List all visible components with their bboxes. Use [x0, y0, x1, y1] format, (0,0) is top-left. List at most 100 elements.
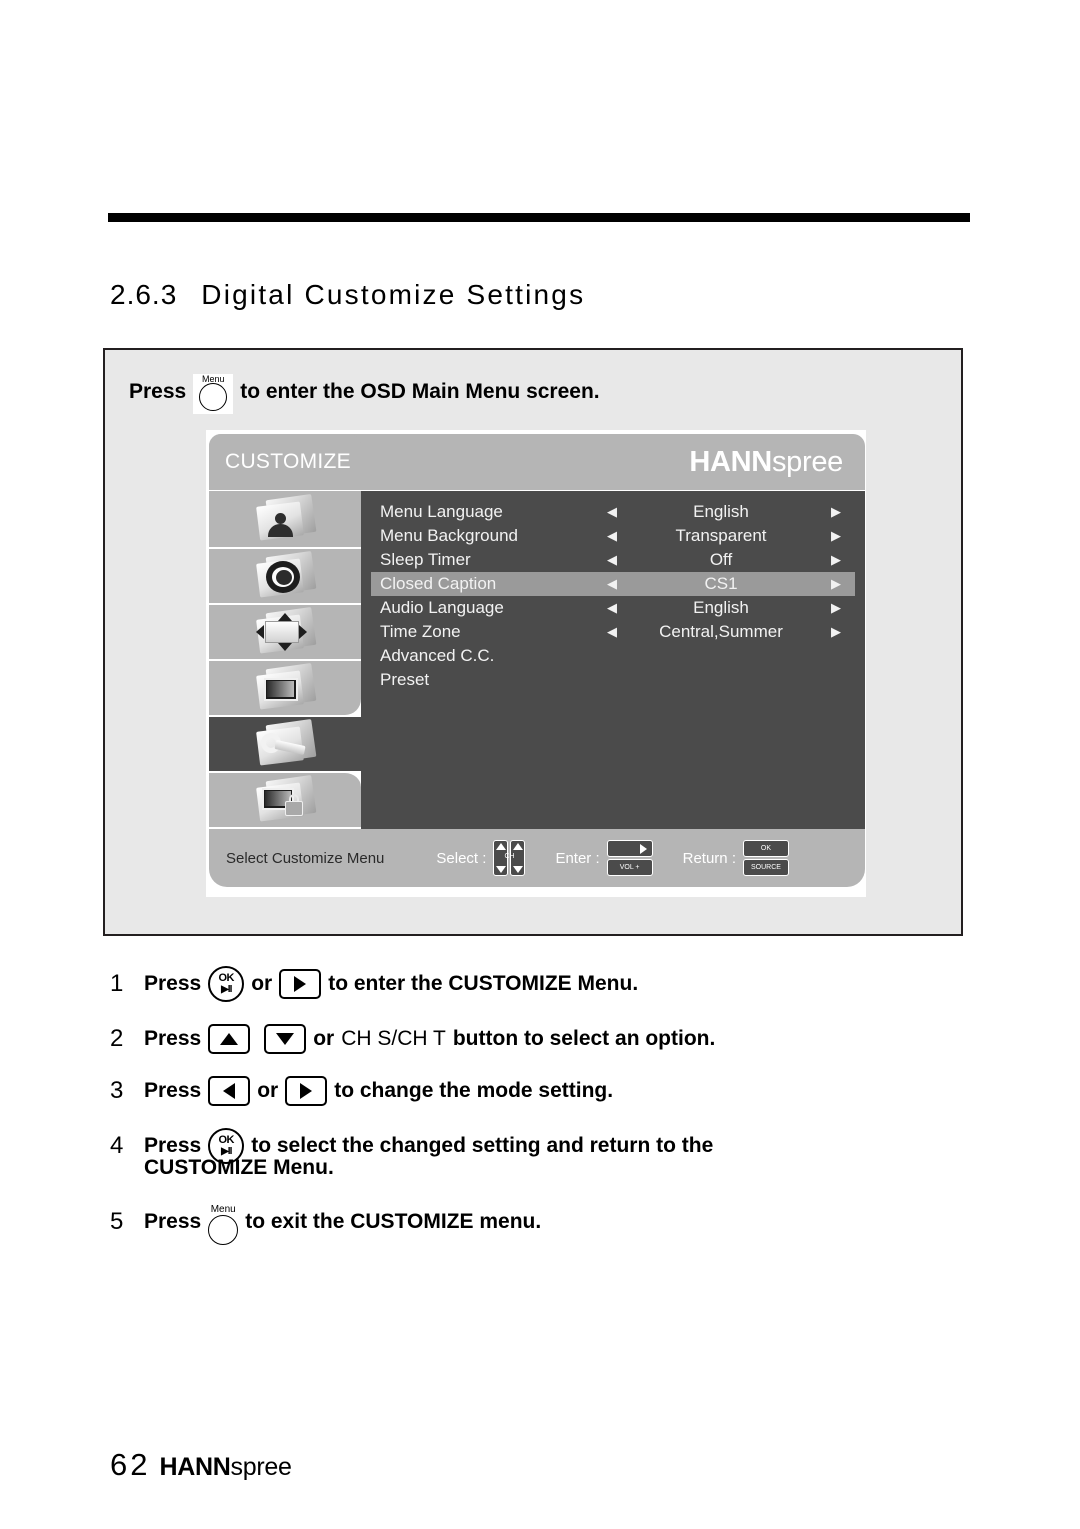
right-arrow-icon[interactable]: ▶: [817, 624, 855, 640]
left-arrow-icon[interactable]: ◀: [599, 504, 625, 520]
sidebar-item-picture[interactable]: [209, 491, 361, 547]
menu-row-selected[interactable]: Closed Caption ◀ CS1 ▶: [371, 572, 855, 596]
ok-key-label: OK: [218, 972, 234, 984]
step-number: 4: [110, 1132, 124, 1159]
menu-row-value: English: [693, 598, 749, 617]
vol-up-key-icon[interactable]: VOL +: [606, 840, 653, 876]
osd-footer: Select Customize Menu Select : CH Enter …: [209, 829, 865, 887]
return-label: Return :: [682, 849, 736, 867]
osd-footer-enter: Enter : VOL +: [555, 840, 653, 876]
menu-row-value: CS1: [704, 574, 738, 593]
section-title: Digital Customize Settings: [201, 279, 586, 310]
osd-footer-title: Select Customize Menu: [226, 849, 385, 867]
osd-footer-return: Return : OK SOURCE: [683, 840, 789, 876]
ch-label: CH: [504, 853, 515, 860]
sidebar-item-lock[interactable]: [209, 771, 361, 827]
step-5: 5 Press Menu to exit the CUSTOMIZE menu.: [110, 1202, 990, 1245]
footer-logo-bold: HANN: [159, 1453, 231, 1481]
menu-row[interactable]: Advanced C.C.: [371, 644, 855, 668]
menu-row-label: Menu Language: [380, 502, 503, 521]
illustration-panel: Press Menu to enter the OSD Main Menu sc…: [103, 348, 963, 936]
menu-row-label: Closed Caption: [380, 574, 497, 593]
right-arrow-icon[interactable]: ▶: [817, 552, 855, 568]
osd-tab-customize[interactable]: CUSTOMIZE: [209, 434, 361, 490]
right-arrow-icon[interactable]: ▶: [817, 600, 855, 616]
osd-screenshot: HANNspree CUSTOMIZE Menu Language ◀ Engl…: [206, 430, 866, 897]
channel-rocker-icon[interactable]: CH: [493, 840, 526, 876]
menu-round-key-icon[interactable]: Menu: [208, 1205, 239, 1245]
menu-row-value: Off: [709, 550, 733, 569]
step-press-word: Press: [144, 1210, 202, 1233]
step-number: 2: [110, 1025, 124, 1052]
step-press-word: Press: [144, 1134, 202, 1157]
right-arrow-icon[interactable]: ▶: [817, 504, 855, 520]
osd-tab-label: CUSTOMIZE: [225, 450, 351, 473]
menu-row-label: Menu Background: [380, 526, 518, 545]
ok-play-pause-key-icon[interactable]: OK ▶II: [208, 966, 245, 1002]
header-rule: [108, 213, 970, 222]
step-joiner: or: [313, 1027, 335, 1050]
ok-source-key-icon[interactable]: OK SOURCE: [742, 840, 789, 876]
menu-row-label: Sleep Timer: [380, 550, 471, 569]
osd-sidebar: [209, 491, 361, 829]
step-tail: button to select an option.: [452, 1027, 716, 1050]
menu-button-circle: [199, 383, 228, 411]
down-arrow-key-icon[interactable]: [264, 1024, 307, 1054]
step-tail: to select the changed setting and return…: [251, 1134, 714, 1157]
lock-screen-icon: [254, 774, 317, 823]
step-3: 3 Press or to change the mode setting.: [110, 1076, 990, 1106]
menu-row[interactable]: Sleep Timer ◀ Off ▶: [371, 548, 855, 572]
left-arrow-icon[interactable]: ◀: [599, 600, 625, 616]
up-arrow-key-icon[interactable]: [208, 1024, 251, 1054]
enter-label: Enter :: [555, 849, 600, 867]
position-arrows-icon: [254, 606, 317, 655]
play-pause-key-label: ▶II: [221, 984, 232, 995]
left-arrow-icon[interactable]: ◀: [599, 624, 625, 640]
menu-key-circle: [208, 1215, 239, 1245]
sidebar-item-screen[interactable]: [209, 659, 361, 715]
menu-row[interactable]: Preset: [371, 668, 855, 692]
right-arrow-key-icon[interactable]: [285, 1076, 328, 1106]
section-number: 2.6.3: [110, 279, 178, 310]
menu-row[interactable]: Menu Language ◀ English ▶: [371, 500, 855, 524]
osd-logo-bold: HANN: [689, 446, 772, 478]
menu-row-label: Preset: [380, 670, 430, 689]
right-arrow-icon[interactable]: ▶: [817, 528, 855, 544]
right-arrow-icon[interactable]: ▶: [817, 576, 855, 592]
menu-row-value: Central,Summer: [659, 622, 783, 641]
step-4-continuation: CUSTOMIZE Menu.: [144, 1156, 334, 1179]
step-1: 1 Press OK ▶II or to enter the CUSTOMIZE…: [110, 966, 990, 1002]
left-arrow-icon[interactable]: ◀: [599, 528, 625, 544]
left-arrow-icon[interactable]: ◀: [599, 576, 625, 592]
menu-button-icon[interactable]: Menu: [193, 374, 234, 414]
sidebar-item-position[interactable]: [209, 603, 361, 659]
source-label: SOURCE: [742, 859, 789, 876]
page-footer: 62 HANNspree: [110, 1447, 292, 1483]
menu-row-label: Audio Language: [380, 598, 504, 617]
menu-row[interactable]: Menu Background ◀ Transparent ▶: [371, 524, 855, 548]
select-label: Select :: [436, 849, 487, 867]
menu-row[interactable]: Audio Language ◀ English ▶: [371, 596, 855, 620]
footer-brand-logo: HANNspree: [159, 1453, 291, 1482]
screen-icon: [254, 662, 317, 711]
osd-logo-light: spree: [771, 446, 843, 478]
press-word: Press: [129, 380, 187, 403]
menu-row-value: Transparent: [675, 526, 767, 545]
sidebar-item-audio[interactable]: [209, 547, 361, 603]
audio-lens-icon: [254, 550, 317, 599]
ok-label: OK: [742, 840, 789, 857]
sidebar-item-customize[interactable]: [209, 715, 361, 771]
right-arrow-key-icon[interactable]: [279, 969, 322, 999]
step-press-word: Press: [144, 1079, 202, 1102]
step-number: 5: [110, 1208, 124, 1235]
step-tail: to exit the CUSTOMIZE menu.: [245, 1210, 542, 1233]
step-joiner: or: [251, 972, 273, 995]
left-arrow-icon[interactable]: ◀: [599, 552, 625, 568]
menu-row[interactable]: Time Zone ◀ Central,Summer ▶: [371, 620, 855, 644]
page-number: 62: [110, 1447, 151, 1482]
osd-menu-list: Menu Language ◀ English ▶ Menu Backgroun…: [361, 491, 865, 829]
step-4: 4 Press OK ▶II to select the changed set…: [110, 1128, 990, 1180]
step-tail: to enter the CUSTOMIZE Menu.: [328, 972, 639, 995]
step-tail: to change the mode setting.: [334, 1079, 614, 1102]
left-arrow-key-icon[interactable]: [208, 1076, 251, 1106]
